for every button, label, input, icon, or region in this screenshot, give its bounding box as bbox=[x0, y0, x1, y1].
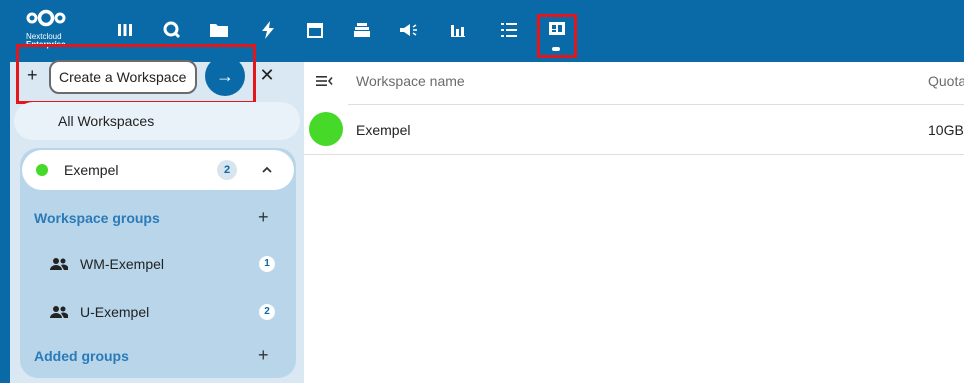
dashboard-icon[interactable] bbox=[113, 18, 137, 42]
column-header-name[interactable]: Workspace name bbox=[356, 73, 465, 89]
calendar-icon[interactable] bbox=[303, 18, 327, 42]
group-icon bbox=[50, 258, 68, 270]
close-icon[interactable]: ✕ bbox=[257, 66, 277, 86]
header-divider bbox=[348, 104, 964, 105]
workspace-groups-title: Workspace groups bbox=[34, 210, 160, 226]
group-row-count: 2 bbox=[259, 304, 275, 320]
deck-icon[interactable] bbox=[350, 18, 374, 42]
menu-collapse-icon[interactable] bbox=[316, 74, 334, 88]
workspace-avatar bbox=[309, 112, 343, 146]
all-workspaces-label: All Workspaces bbox=[58, 113, 155, 129]
nextcloud-logo-icon bbox=[26, 9, 66, 27]
group-row-name[interactable]: U-Exempel bbox=[80, 304, 149, 320]
group-row-count: 1 bbox=[259, 256, 275, 272]
table-row-quota: 10GB bbox=[928, 122, 964, 138]
group-row-name[interactable]: WM-Exempel bbox=[80, 256, 164, 272]
nextcloud-logo[interactable]: Nextcloud Enterprise bbox=[26, 8, 66, 49]
table-row-name[interactable]: Exempel bbox=[356, 122, 410, 138]
all-workspaces-item[interactable]: All Workspaces bbox=[14, 102, 300, 140]
files-icon[interactable] bbox=[207, 18, 231, 42]
active-app-indicator bbox=[552, 47, 560, 51]
active-app-highlight bbox=[537, 14, 577, 58]
added-groups-title: Added groups bbox=[34, 348, 129, 364]
add-group-button[interactable]: + bbox=[258, 346, 269, 364]
workspace-item-exempel[interactable] bbox=[22, 150, 294, 190]
group-icon bbox=[50, 306, 68, 318]
search-icon[interactable] bbox=[160, 18, 184, 42]
chevron-up-icon[interactable] bbox=[260, 163, 274, 177]
tasks-icon[interactable] bbox=[497, 18, 521, 42]
add-workspace-group-button[interactable]: + bbox=[258, 208, 269, 226]
sidebar-edge bbox=[0, 62, 10, 383]
workspace-item-name: Exempel bbox=[64, 162, 119, 178]
analytics-icon[interactable] bbox=[446, 18, 470, 42]
column-header-quota[interactable]: Quota bbox=[928, 73, 964, 89]
workspace-color-dot bbox=[36, 164, 48, 176]
activity-icon[interactable] bbox=[256, 18, 280, 42]
row-divider bbox=[304, 154, 964, 155]
workspace-member-count: 2 bbox=[217, 160, 237, 180]
create-workspace-highlight bbox=[16, 44, 256, 104]
announcements-icon[interactable] bbox=[397, 18, 421, 42]
